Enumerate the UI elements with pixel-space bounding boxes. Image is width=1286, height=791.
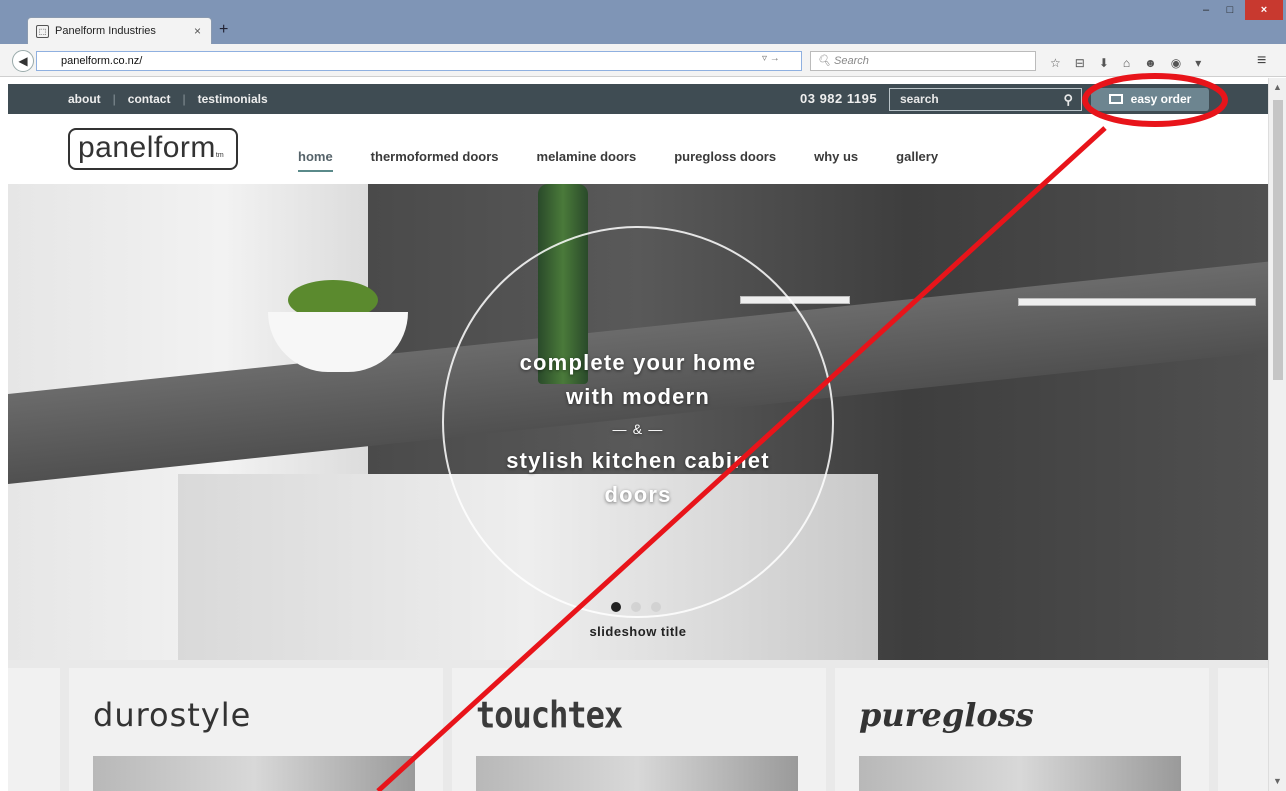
link-about[interactable]: about — [68, 92, 101, 106]
maximize-button[interactable]: □ — [1218, 0, 1242, 20]
hero-caption: complete your home with modern — & — sty… — [442, 346, 834, 512]
go-arrow-icon[interactable]: ▿ → — [762, 53, 780, 64]
brand-puregloss: puregloss — [859, 696, 1034, 734]
nav-why-us[interactable]: why us — [814, 149, 858, 172]
window-titlebar: ⬚ Panelform Industries × + – □ × — [0, 0, 1286, 44]
product-card-durostyle[interactable]: durostyle — [69, 668, 443, 791]
toolbar-icons[interactable]: ☆⊟⬇⌂☻◉▾ — [1050, 56, 1215, 70]
slide-dots — [611, 602, 661, 612]
product-photo — [93, 756, 415, 791]
panelform-logo[interactable]: panelformtm — [68, 128, 238, 170]
separator: | — [182, 92, 186, 106]
nav-gallery[interactable]: gallery — [896, 149, 938, 172]
link-contact[interactable]: contact — [128, 92, 171, 106]
nav-puregloss-doors[interactable]: puregloss doors — [674, 149, 776, 172]
slide-dot-1[interactable] — [611, 602, 621, 612]
close-window-button[interactable]: × — [1245, 0, 1283, 20]
product-row: durostyle touchtex puregloss — [8, 660, 1268, 791]
page-viewport: about | contact | testimonials 03 982 11… — [8, 78, 1268, 791]
nav-melamine-doors[interactable]: melamine doors — [537, 149, 637, 172]
scrollbar-thumb[interactable] — [1273, 100, 1283, 380]
site-topbar: about | contact | testimonials 03 982 11… — [8, 84, 1268, 114]
vertical-scrollbar[interactable]: ▲ ▼ — [1268, 78, 1286, 791]
address-bar[interactable]: panelform.co.nz/ — [36, 51, 802, 71]
scroll-up-icon[interactable]: ▲ — [1273, 82, 1282, 92]
hero-line-2: with modern — [566, 384, 710, 409]
back-arrow-icon[interactable]: ◀ — [12, 50, 34, 72]
easy-order-label: easy order — [1130, 92, 1192, 106]
product-photo — [476, 756, 798, 791]
hero-ampersand: — & — — [612, 421, 664, 437]
minimize-button[interactable]: – — [1194, 0, 1218, 20]
page-favicon-icon: ⬚ — [36, 24, 49, 38]
nav-home[interactable]: home — [298, 149, 333, 172]
main-nav: home thermoformed doors melamine doors p… — [298, 149, 976, 172]
browser-tab[interactable]: ⬚ Panelform Industries × — [27, 17, 212, 44]
scroll-down-icon[interactable]: ▼ — [1273, 776, 1282, 786]
search-icon[interactable]: ⚲ — [1063, 89, 1073, 110]
product-card-touchtex[interactable]: touchtex — [452, 668, 826, 791]
product-card-puregloss[interactable]: puregloss — [835, 668, 1209, 791]
new-tab-button[interactable]: + — [219, 21, 228, 39]
tab-title: Panelform Industries — [55, 25, 156, 37]
easy-order-button[interactable]: easy order — [1091, 88, 1209, 111]
site-search-input[interactable]: search ⚲ — [889, 88, 1082, 111]
hero-slideshow[interactable]: complete your home with modern — & — sty… — [8, 184, 1268, 660]
site-search-placeholder: search — [900, 92, 939, 106]
browser-toolbar: ◀ panelform.co.nz/ ▿ → 🔍︎ Search ☆⊟⬇⌂☻◉▾… — [0, 44, 1286, 77]
brand-durostyle: durostyle — [93, 696, 252, 734]
tab-close-icon[interactable]: × — [194, 24, 201, 38]
slide-dot-2[interactable] — [631, 602, 641, 612]
top-links: about | contact | testimonials — [68, 92, 268, 106]
phone-number: 03 982 1195 — [800, 91, 878, 106]
logo-tm: tm — [215, 152, 224, 159]
brand-touchtex: touchtex — [476, 693, 623, 737]
browser-search-placeholder: Search — [834, 55, 869, 67]
slideshow-title: slideshow title — [589, 624, 687, 639]
hero-line-1: complete your home — [519, 350, 757, 375]
product-photo — [859, 756, 1181, 791]
nav-thermoformed-doors[interactable]: thermoformed doors — [371, 149, 499, 172]
browser-search-input[interactable]: 🔍︎ Search — [810, 51, 1036, 71]
product-card-edge — [1218, 668, 1268, 791]
slide-dot-3[interactable] — [651, 602, 661, 612]
hero-line-3: stylish kitchen cabinet — [506, 448, 770, 473]
cabinet-handle — [1018, 298, 1256, 306]
link-testimonials[interactable]: testimonials — [198, 92, 268, 106]
hamburger-menu-icon[interactable]: ≡ — [1257, 52, 1266, 70]
hero-line-4: doors — [604, 482, 672, 507]
product-card-edge — [8, 668, 60, 791]
logo-text: panelform — [78, 131, 216, 164]
monitor-icon — [1108, 94, 1123, 104]
separator: | — [112, 92, 116, 106]
